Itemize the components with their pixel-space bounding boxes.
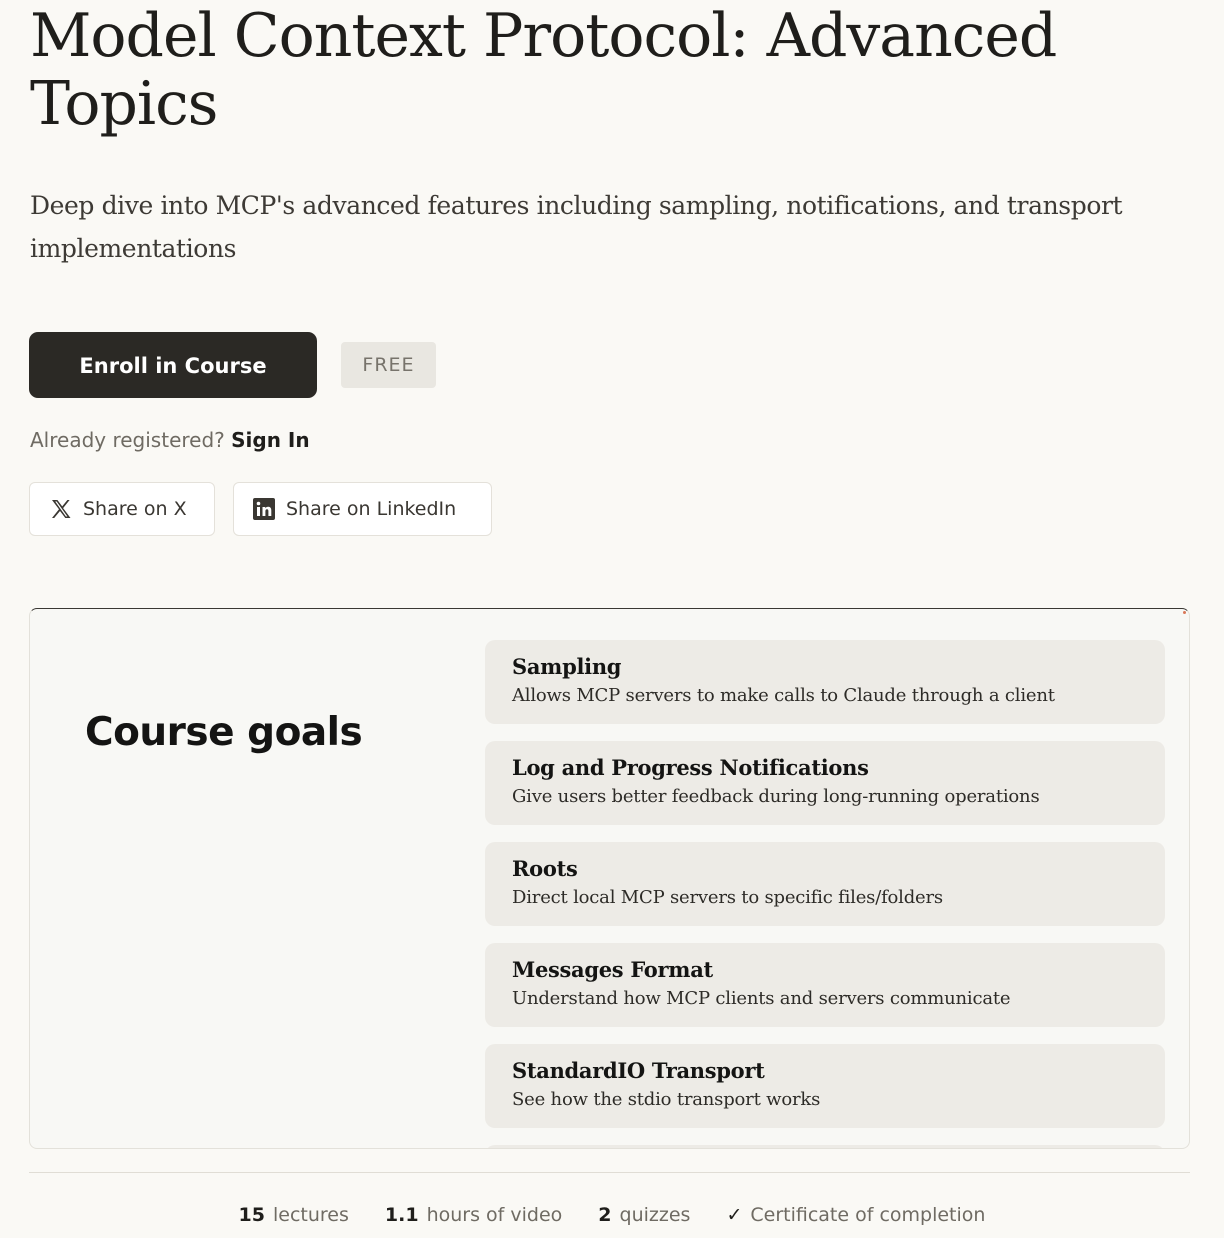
signin-link[interactable]: Sign In bbox=[231, 428, 309, 452]
goal-description: Understand how MCP clients and servers c… bbox=[512, 988, 1011, 1009]
goal-title: Sampling bbox=[512, 654, 622, 679]
linkedin-logo-icon bbox=[252, 497, 276, 521]
goal-title: Log and Progress Notifications bbox=[512, 755, 869, 780]
share-on-x-label: Share on X bbox=[83, 498, 187, 520]
goal-description: See how the stdio transport works bbox=[512, 1089, 821, 1110]
price-badge: FREE bbox=[341, 342, 436, 388]
goal-title: Roots bbox=[512, 856, 578, 881]
goal-item-partial bbox=[485, 1145, 1165, 1148]
accent-dot bbox=[1183, 611, 1186, 614]
goal-item-notifications: Log and Progress Notifications Give user… bbox=[485, 741, 1165, 825]
course-subtitle: Deep dive into MCP's advanced features i… bbox=[30, 191, 1123, 263]
quizzes-label: quizzes bbox=[619, 1204, 691, 1226]
goal-description: Give users better feedback during long-r… bbox=[512, 786, 1040, 807]
enroll-button[interactable]: Enroll in Course bbox=[29, 332, 317, 398]
video-hours: 1.1 bbox=[384, 1204, 419, 1226]
share-on-x-button[interactable]: Share on X bbox=[29, 482, 215, 536]
lectures-label: lectures bbox=[273, 1204, 349, 1226]
quizzes-count: 2 bbox=[598, 1204, 612, 1226]
goal-title: StandardIO Transport bbox=[512, 1058, 765, 1083]
course-goals-card: Course goals Sampling Allows MCP servers… bbox=[29, 608, 1190, 1149]
course-goals-list: Sampling Allows MCP servers to make call… bbox=[485, 640, 1165, 1148]
checkmark-icon: ✓ bbox=[726, 1204, 743, 1226]
share-on-linkedin-label: Share on LinkedIn bbox=[286, 498, 457, 520]
goal-item-stdio-transport: StandardIO Transport See how the stdio t… bbox=[485, 1044, 1165, 1128]
section-divider bbox=[29, 1172, 1190, 1173]
goal-item-sampling: Sampling Allows MCP servers to make call… bbox=[485, 640, 1165, 724]
goal-title: Messages Format bbox=[512, 957, 713, 982]
x-logo-icon bbox=[49, 497, 73, 521]
share-on-linkedin-button[interactable]: Share on LinkedIn bbox=[233, 482, 492, 536]
course-page: Model Context Protocol: Advanced Topics … bbox=[0, 0, 1224, 1238]
signin-prompt: Already registered? bbox=[30, 428, 225, 452]
lectures-count: 15 bbox=[238, 1204, 265, 1226]
certificate-label: Certificate of completion bbox=[750, 1204, 986, 1226]
stat-certificate: ✓ Certificate of completion bbox=[726, 1200, 985, 1230]
goal-item-roots: Roots Direct local MCP servers to specif… bbox=[485, 842, 1165, 926]
goal-description: Direct local MCP servers to specific fil… bbox=[512, 887, 943, 908]
signin-line: Already registered? Sign In bbox=[30, 424, 310, 456]
course-stats: 15 lectures 1.1 hours of video 2 quizzes ✓ C… bbox=[0, 1200, 1224, 1230]
video-label: hours of video bbox=[426, 1204, 563, 1226]
stat-lectures: 15 lectures bbox=[239, 1200, 349, 1230]
stat-quizzes: 2 quizzes bbox=[598, 1200, 690, 1230]
page-title: Model Context Protocol: Advanced Topics bbox=[30, 1, 1057, 139]
course-goals-heading: Course goals bbox=[85, 710, 363, 755]
goal-item-messages-format: Messages Format Understand how MCP clien… bbox=[485, 943, 1165, 1027]
goal-description: Allows MCP servers to make calls to Clau… bbox=[512, 685, 1055, 706]
stat-video: 1.1 hours of video bbox=[385, 1200, 562, 1230]
